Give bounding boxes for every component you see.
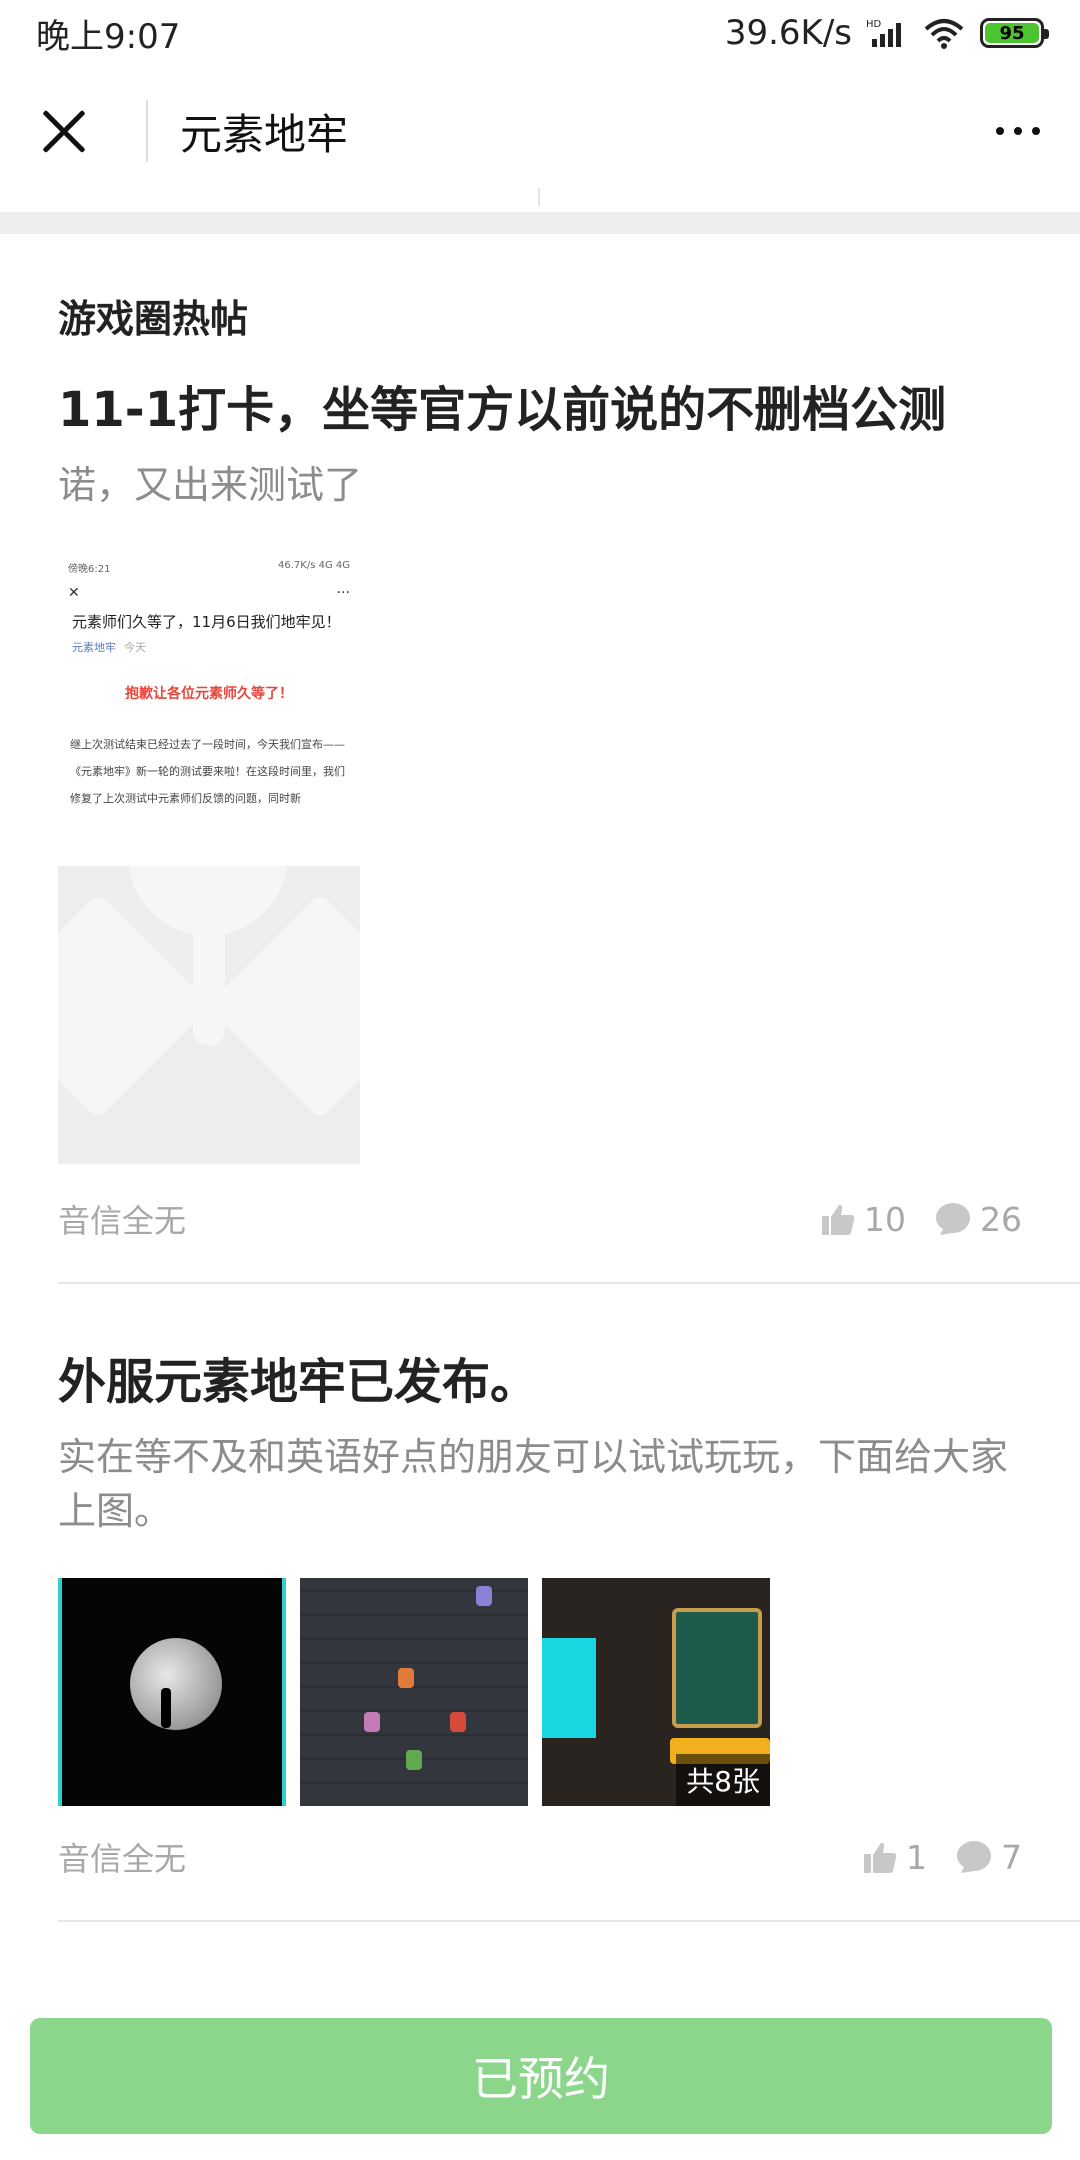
thumbs-up-icon	[864, 1842, 897, 1873]
embedded-screenshot: 傍晚6:21 46.7K/s 4G 4G ✕ ··· 元素师们久等了，11月6日我们…	[58, 556, 360, 866]
like-count: 1	[906, 1837, 927, 1877]
post-footer: 音信全无 1 7	[58, 1834, 1022, 1880]
comment-button[interactable]: 7	[955, 1838, 1022, 1877]
post-stats: 10 26	[820, 1200, 1022, 1239]
post-stats: 1 7	[862, 1838, 1022, 1877]
signal-icon: HD	[866, 19, 901, 47]
content-area[interactable]: 游戏圈热帖 11-1打卡，坐等官方以前说的不删档公测 诺，又出来测试了 傍晚6:…	[0, 234, 1080, 2160]
image-thumb-arcade[interactable]: 共8张	[542, 1578, 770, 1806]
post-card[interactable]: 11-1打卡，坐等官方以前说的不删档公测 诺，又出来测试了 傍晚6:21 46.7…	[58, 378, 1080, 1284]
comment-icon	[936, 1203, 970, 1235]
tab-bar-remnant	[0, 188, 1080, 212]
thumbs-up-icon	[822, 1204, 855, 1235]
like-button[interactable]: 10	[820, 1200, 906, 1239]
screenshot-close-icon: ✕	[68, 585, 80, 601]
comment-button[interactable]: 26	[934, 1200, 1022, 1239]
post-divider	[58, 1282, 1080, 1284]
post-desc: 诺，又出来测试了	[58, 463, 363, 507]
post-footer: 音信全无 10 26	[58, 1196, 1022, 1242]
page-title: 元素地牢	[180, 109, 349, 159]
post-image[interactable]: 傍晚6:21 46.7K/s 4G 4G ✕ ··· 元素师们久等了，11月6日我们…	[58, 556, 360, 1164]
screenshot-date: 今天	[124, 641, 146, 654]
comment-count: 26	[980, 1199, 1022, 1239]
screenshot-more-icon: ···	[336, 585, 350, 601]
screenshot-body: 继上次测试结束已经过去了一段时间，今天我们宣布——《元素地牢》新一轮的测试要来啦…	[70, 738, 345, 805]
status-right: 39.6K/s HD 95	[724, 13, 1049, 53]
image-placeholder-icon	[58, 866, 360, 1164]
screenshot-title: 元素师们久等了，11月6日我们地牢见！	[72, 613, 341, 631]
battery-level: 95	[985, 23, 1039, 44]
screenshot-highlight: 抱歉让各位元素师久等了！	[125, 686, 293, 702]
screenshot-net: 46.7K/s 4G 4G	[278, 560, 350, 571]
svg-text:HD: HD	[866, 19, 882, 30]
nav-divider	[146, 100, 148, 162]
network-speed: 39.6K/s	[724, 13, 852, 53]
post-divider	[58, 1920, 1080, 1922]
post-desc: 实在等不及和英语好点的朋友可以试试玩玩，下面给大家上图。	[58, 1435, 1009, 1533]
image-count-badge: 共8张	[676, 1754, 770, 1806]
nav-bar: 元素地牢	[0, 66, 1080, 196]
status-bar: 晚上9:07 39.6K/s HD 95	[0, 0, 1080, 66]
status-time: 晚上9:07	[36, 16, 181, 57]
reserved-button[interactable]: 已预约	[30, 2018, 1052, 2134]
comment-icon	[957, 1841, 991, 1873]
post-title[interactable]: 11-1打卡，坐等官方以前说的不删档公测	[58, 378, 1080, 442]
screenshot-time: 傍晚6:21	[68, 564, 111, 575]
like-button[interactable]: 1	[862, 1838, 927, 1877]
battery-icon: 95	[980, 18, 1049, 48]
section-title: 游戏圈热帖	[58, 297, 249, 341]
image-grid: 共8张	[58, 1578, 1080, 1806]
post-card[interactable]: 外服元素地牢已发布。 实在等不及和英语好点的朋友可以试试玩玩，下面给大家上图。 …	[58, 1350, 1080, 1922]
post-title[interactable]: 外服元素地牢已发布。	[58, 1350, 1080, 1414]
post-author[interactable]: 音信全无	[58, 1834, 186, 1880]
more-icon[interactable]	[996, 127, 1040, 135]
screenshot-account: 元素地牢	[72, 641, 116, 654]
close-icon[interactable]	[40, 107, 88, 155]
like-count: 10	[864, 1199, 906, 1239]
comment-count: 7	[1001, 1837, 1022, 1877]
section-separator	[0, 212, 1080, 234]
image-thumb-dungeon[interactable]	[300, 1578, 528, 1806]
post-author[interactable]: 音信全无	[58, 1196, 186, 1242]
image-thumb-moon[interactable]	[58, 1578, 286, 1806]
wifi-icon	[924, 19, 964, 49]
